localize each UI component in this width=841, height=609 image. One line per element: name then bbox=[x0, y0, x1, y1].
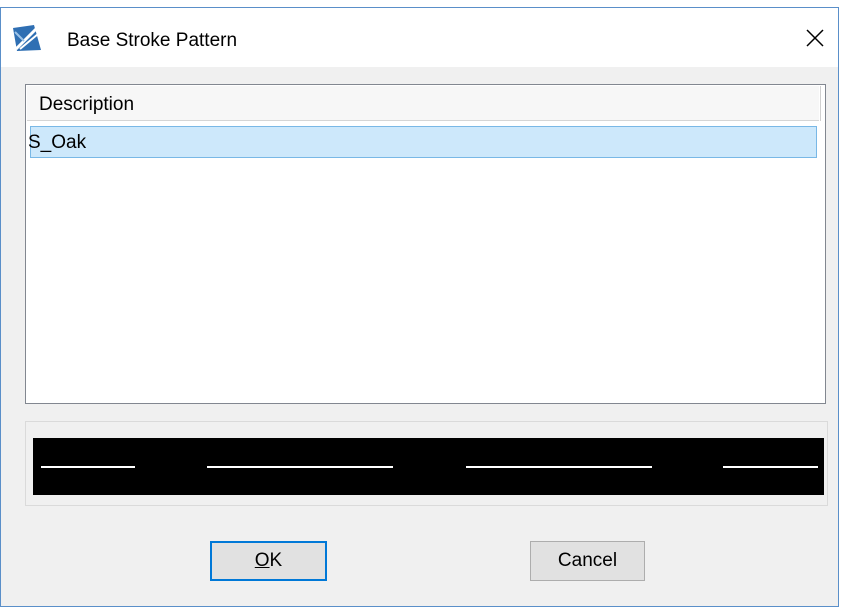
stroke-pattern-preview bbox=[33, 438, 824, 495]
stroke-dash bbox=[207, 466, 393, 468]
stroke-pattern-list[interactable]: Description S_Oak bbox=[25, 84, 826, 404]
ok-mnemonic: O bbox=[254, 550, 270, 571]
ok-button[interactable]: OK bbox=[210, 541, 327, 581]
app-logo-icon bbox=[13, 25, 41, 51]
clipped-instruction-text bbox=[0, 0, 841, 4]
stroke-dash bbox=[723, 466, 818, 468]
column-separator[interactable] bbox=[819, 86, 821, 121]
base-stroke-pattern-dialog: Base Stroke Pattern Description S_Oak OK… bbox=[0, 7, 839, 607]
stroke-preview-frame bbox=[25, 421, 828, 506]
column-header-description[interactable]: Description bbox=[27, 86, 821, 121]
ok-label-rest: K bbox=[269, 550, 283, 571]
cancel-button[interactable]: Cancel bbox=[530, 541, 645, 581]
dialog-title: Base Stroke Pattern bbox=[67, 30, 238, 51]
list-item-description: S_Oak bbox=[28, 132, 87, 153]
column-header-label: Description bbox=[39, 94, 135, 115]
stroke-dash bbox=[466, 466, 652, 468]
list-item[interactable]: S_Oak bbox=[28, 126, 817, 158]
close-button[interactable] bbox=[792, 8, 838, 67]
title-bar: Base Stroke Pattern bbox=[1, 8, 838, 67]
close-icon bbox=[806, 28, 824, 47]
stroke-dash bbox=[41, 466, 135, 468]
